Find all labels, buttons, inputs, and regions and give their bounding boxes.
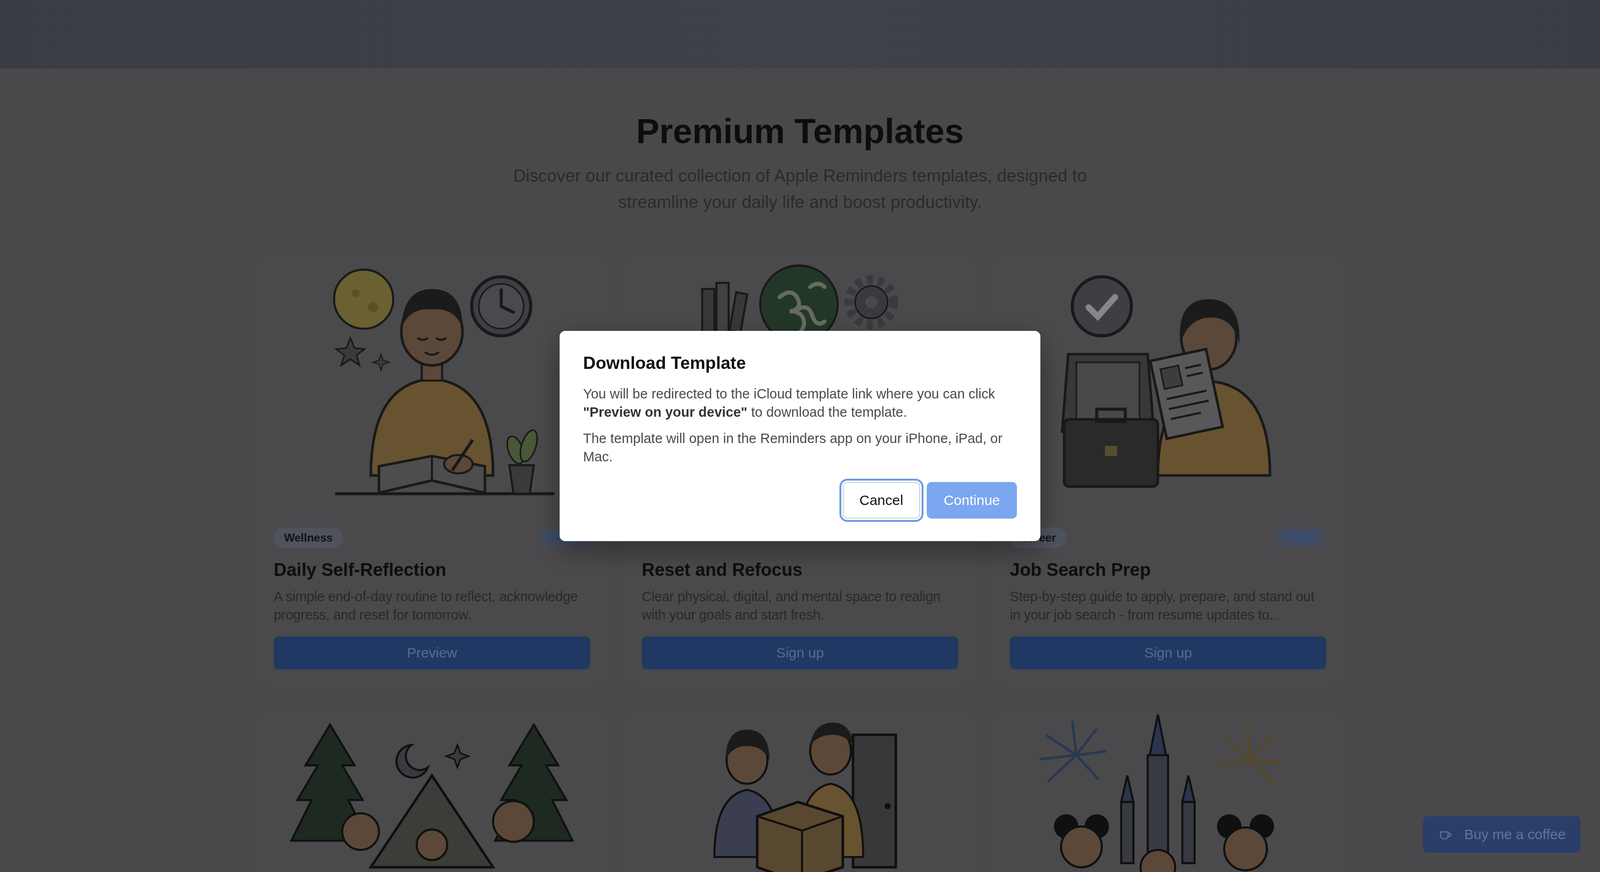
cancel-button[interactable]: Cancel (842, 482, 921, 519)
coffee-cup-icon (1438, 827, 1454, 843)
buy-coffee-button[interactable]: Buy me a coffee (1423, 816, 1581, 854)
dialog-text: You will be redirected to the iCloud tem… (583, 384, 1017, 422)
dialog-actions: CancelContinue (583, 482, 1017, 519)
page: Premium TemplatesDiscover our curated co… (0, 0, 1600, 872)
dialog-title: Download Template (583, 352, 1017, 375)
dialog-emphasis: "Preview on your device" (583, 404, 748, 420)
modal-backdrop: Download Template You will be redirected … (0, 0, 1600, 872)
continue-button[interactable]: Continue (926, 482, 1017, 519)
dialog-text: The template will open in the Reminders … (583, 429, 1017, 467)
download-dialog: Download Template You will be redirected … (559, 330, 1041, 541)
